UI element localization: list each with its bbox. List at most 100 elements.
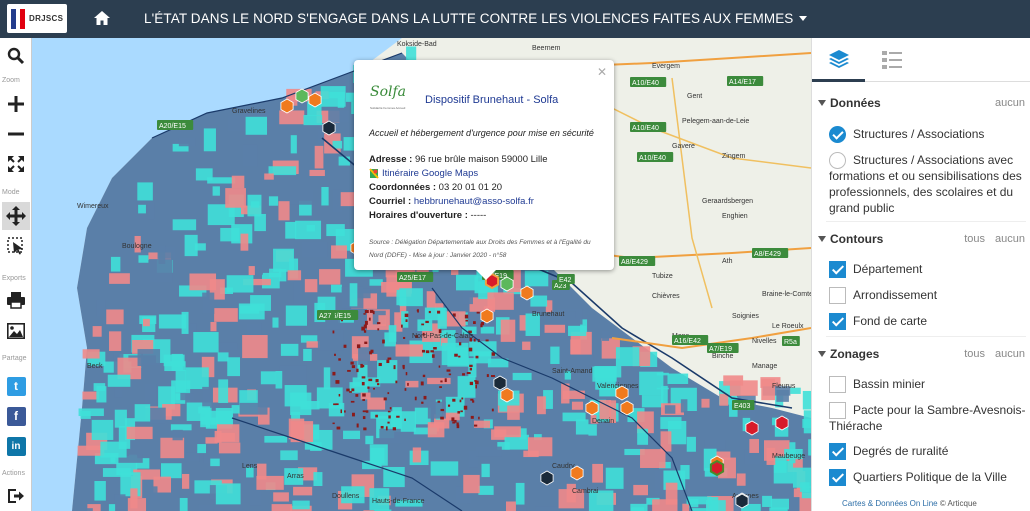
commune-patch: [210, 321, 217, 332]
radio-checked[interactable]: [829, 126, 846, 143]
select-mode-button[interactable]: [2, 232, 30, 260]
email-link[interactable]: hebbrunehaut@asso-solfa.fr: [414, 196, 534, 207]
structure-marker[interactable]: [308, 92, 322, 108]
twitter-share-button[interactable]: t: [2, 372, 30, 400]
select-none-link[interactable]: aucun: [995, 97, 1025, 109]
export-image-button[interactable]: [2, 317, 30, 345]
checkbox-checked[interactable]: [829, 313, 846, 330]
select-none-link[interactable]: aucun: [995, 233, 1025, 245]
coords-label: Coordonnées :: [369, 182, 437, 193]
commune-patch: [134, 404, 151, 422]
checkbox-checked[interactable]: [829, 443, 846, 460]
exit-icon: [8, 489, 24, 503]
commune-patch: [664, 405, 676, 414]
qpv-zone: [421, 401, 424, 404]
map-canvas[interactable]: Kokside-BadBeernemEvergemGentLochristiPe…: [32, 38, 811, 511]
checkbox-unchecked[interactable]: [829, 376, 846, 393]
layer-structures-formations[interactable]: Structures / Associations avec formation…: [829, 152, 1029, 216]
qpv-zone: [403, 336, 406, 339]
layer-structures[interactable]: Structures / Associations: [829, 126, 1029, 143]
layer-pacte-sambre[interactable]: Pacte pour la Sambre-Avesnois-Thiérache: [829, 402, 1029, 434]
structure-marker[interactable]: [709, 459, 725, 477]
page-title-dropdown[interactable]: L'ÉTAT DANS LE NORD S'ENGAGE DANS LA LUT…: [144, 11, 808, 26]
twitter-icon: t: [6, 376, 26, 396]
structure-marker[interactable]: [615, 385, 629, 401]
layer-bassin-minier[interactable]: Bassin minier: [829, 376, 1029, 393]
layer-quartiers-politique[interactable]: Quartiers Politique de la Ville: [829, 469, 1029, 486]
qpv-zone: [481, 322, 485, 326]
place-label: Zingem: [722, 153, 746, 160]
svg-text:A10/E40: A10/E40: [632, 80, 659, 87]
qpv-zone: [421, 323, 425, 326]
qpv-zone: [448, 373, 452, 376]
place-label: Doullens: [332, 493, 360, 500]
structure-marker[interactable]: [295, 88, 309, 104]
tab-legend[interactable]: [865, 38, 918, 82]
checkbox-unchecked[interactable]: [829, 287, 846, 304]
structure-marker[interactable]: [500, 276, 514, 292]
logout-button[interactable]: [2, 482, 30, 510]
select-all-link[interactable]: tous: [964, 348, 985, 360]
structure-marker[interactable]: [322, 120, 336, 136]
section-zonages-header[interactable]: Zonages: [818, 347, 879, 361]
drjscs-logo[interactable]: DRJSCS: [7, 4, 67, 33]
structure-marker[interactable]: [620, 400, 634, 416]
credits-link[interactable]: Cartes & Données On Line: [842, 499, 938, 508]
structure-marker[interactable]: [585, 400, 599, 416]
zoom-out-button[interactable]: [2, 120, 30, 148]
print-button[interactable]: [2, 286, 30, 314]
zoom-in-button[interactable]: [2, 90, 30, 118]
road-shield: A10/E40: [637, 152, 674, 162]
linkedin-share-button[interactable]: in: [2, 432, 30, 460]
layer-departement[interactable]: Département: [829, 261, 1029, 278]
caret-down-icon: [799, 16, 808, 21]
structure-marker[interactable]: [280, 98, 294, 114]
search-button[interactable]: [2, 42, 30, 70]
qpv-zone: [387, 357, 392, 360]
fullscreen-button[interactable]: [2, 150, 30, 178]
qpv-zone: [346, 388, 350, 392]
place-label: Fleurus: [772, 383, 796, 390]
close-icon[interactable]: ✕: [597, 65, 607, 79]
commune-patch: [769, 507, 788, 511]
commune-patch: [615, 347, 640, 367]
pan-mode-button[interactable]: [2, 202, 30, 230]
marianne-flag-icon: [11, 8, 26, 29]
select-none-link[interactable]: aucun: [995, 348, 1025, 360]
structure-marker[interactable]: [500, 387, 514, 403]
place-label: Saint-Amand: [552, 368, 593, 375]
layer-arrondissement[interactable]: Arrondissement: [829, 287, 1029, 304]
structure-marker[interactable]: [493, 375, 507, 391]
expand-icon: [8, 156, 24, 172]
structure-marker[interactable]: [775, 415, 789, 431]
structure-marker[interactable]: [735, 493, 749, 509]
tab-layers[interactable]: [812, 38, 865, 82]
checkbox-checked[interactable]: [829, 261, 846, 278]
layer-fond-de-carte[interactable]: Fond de carte: [829, 313, 1029, 330]
structure-marker[interactable]: [520, 285, 534, 301]
commune-patch: [343, 430, 361, 440]
layer-degres-ruralite[interactable]: Degrés de ruralité: [829, 443, 1029, 460]
commune-patch: [592, 463, 604, 483]
layer-label: Structures / Associations avec formation…: [829, 153, 1022, 215]
structure-marker[interactable]: [540, 470, 554, 486]
structure-marker[interactable]: [480, 308, 494, 324]
checkbox-checked[interactable]: [829, 469, 846, 486]
commune-patch: [198, 504, 214, 511]
commune-patch: [719, 393, 729, 406]
qpv-zone: [362, 416, 366, 420]
structure-marker[interactable]: [745, 420, 759, 436]
qpv-zone: [332, 371, 336, 376]
svg-text:R5a: R5a: [784, 339, 797, 346]
commune-patch: [215, 483, 241, 505]
qpv-zone: [475, 384, 477, 389]
commune-patch: [109, 273, 130, 284]
section-donnees-header[interactable]: Données: [818, 96, 881, 110]
structure-marker[interactable]: [570, 465, 584, 481]
select-all-link[interactable]: tous: [964, 233, 985, 245]
itinerary-link[interactable]: Itinéraire Google Maps: [382, 168, 478, 179]
home-icon[interactable]: [92, 8, 112, 28]
facebook-share-button[interactable]: f: [2, 402, 30, 430]
section-contours-header[interactable]: Contours: [818, 232, 883, 246]
commune-patch: [240, 233, 249, 251]
